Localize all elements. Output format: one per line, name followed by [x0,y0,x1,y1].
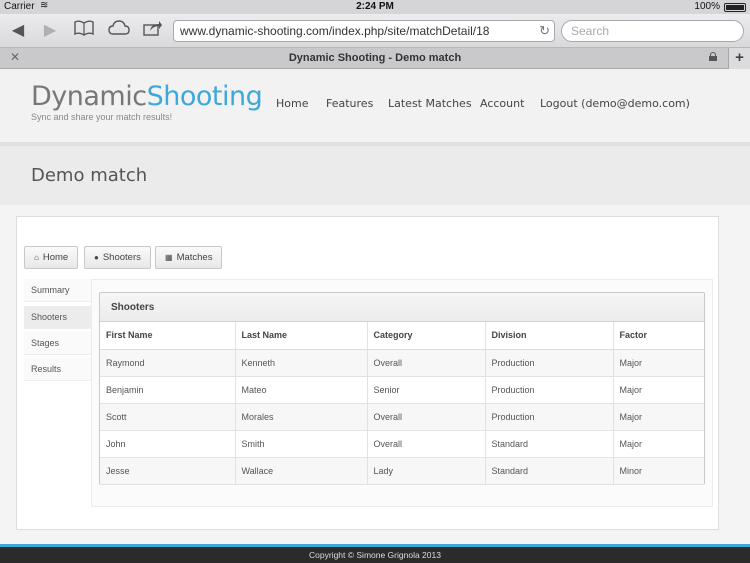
page-title: Demo match [31,165,148,186]
status-bar: Carrier ≋ 2:24 PM 100% [0,0,750,14]
forward-icon[interactable]: ▶ [38,20,62,42]
cell-category: Senior [367,376,486,404]
tab-bar: ✕ Dynamic Shooting - Demo match + [0,48,750,69]
shooters-button[interactable]: ● Shooters [84,246,151,269]
icloud-tabs-icon[interactable] [107,20,131,42]
cell-category: Overall [367,349,486,377]
site-footer: Copyright © Simone Grignola 2013 [0,547,750,563]
bookmarks-icon[interactable] [72,20,96,42]
column-header-last-name[interactable]: Last Name [235,322,368,350]
cell-factor: Minor [613,457,704,485]
user-icon: ● [94,253,99,262]
page-title-band: Demo match [0,142,750,205]
site-tagline: Sync and share your match results! [31,112,173,122]
table-icon: ▦ [165,253,173,262]
cell-last-name: Morales [235,403,368,431]
cell-last-name: Mateo [235,376,368,404]
back-icon[interactable]: ◀ [6,20,30,42]
search-input[interactable]: Search [561,20,744,42]
cell-category: Overall [367,403,486,431]
home-button[interactable]: ⌂ Home [24,246,79,269]
site-logo[interactable]: DynamicShooting [31,82,263,112]
nav-account[interactable]: Account [480,97,524,110]
cell-factor: Major [613,349,704,377]
cell-division: Production [485,349,614,377]
home-icon: ⌂ [34,253,39,262]
table-row[interactable]: Benjamin Mateo Senior Production Major [100,376,704,404]
nav-logout[interactable]: Logout (demo@demo.com) [540,97,690,110]
cell-last-name: Kenneth [235,349,368,377]
table-header-row: First Name Last Name Category Division F… [100,322,704,350]
cell-factor: Major [613,403,704,431]
cell-division: Standard [485,430,614,458]
side-menu-results[interactable]: Results [24,358,91,381]
column-header-first-name[interactable]: First Name [100,322,236,350]
table-row[interactable]: Jesse Wallace Lady Standard Minor [100,457,704,485]
cell-first-name: John [100,430,236,458]
url-text: www.dynamic-shooting.com/index.php/site/… [180,24,490,38]
cell-division: Production [485,376,614,404]
reload-icon[interactable]: ↻ [539,21,550,41]
side-menu-stages[interactable]: Stages [24,332,91,355]
cell-first-name: Scott [100,403,236,431]
side-menu-summary[interactable]: Summary [24,279,91,302]
main-content: ⌂ Home ● Shooters ▦ Matches Summary Shooter… [16,216,719,530]
cell-first-name: Benjamin [100,376,236,404]
table-row[interactable]: John Smith Overall Standard Major [100,430,704,458]
search-placeholder: Search [571,24,610,38]
shooters-panel: Shooters First Name Last Name Category D… [99,292,705,485]
column-header-category[interactable]: Category [367,322,486,350]
battery-icon [724,3,746,12]
column-header-division[interactable]: Division [485,322,614,350]
column-header-factor[interactable]: Factor [613,322,704,350]
shooters-table: First Name Last Name Category Division F… [100,322,704,485]
cell-division: Standard [485,457,614,485]
cell-last-name: Wallace [235,457,368,485]
nav-features[interactable]: Features [326,97,373,110]
content-well: Shooters First Name Last Name Category D… [91,279,713,507]
address-bar[interactable]: www.dynamic-shooting.com/index.php/site/… [173,20,555,42]
lock-icon [709,52,717,61]
side-menu-shooters[interactable]: Shooters [24,306,91,329]
share-icon[interactable] [141,20,165,42]
clock: 2:24 PM [356,1,394,12]
site-header: DynamicShooting Sync and share your matc… [0,69,750,142]
tab-title[interactable]: Dynamic Shooting - Demo match [0,52,750,64]
browser-toolbar: ◀ ▶ www.dynamic-shooting.com/index.php/s… [0,14,750,48]
matches-button[interactable]: ▦ Matches [155,246,223,269]
cell-category: Overall [367,430,486,458]
new-tab-button[interactable]: + [728,48,750,69]
nav-home[interactable]: Home [276,97,308,110]
cell-first-name: Raymond [100,349,236,377]
cell-factor: Major [613,376,704,404]
battery-percent: 100% [694,1,720,12]
cell-last-name: Smith [235,430,368,458]
cell-factor: Major [613,430,704,458]
cell-first-name: Jesse [100,457,236,485]
cell-division: Production [485,403,614,431]
table-row[interactable]: Raymond Kenneth Overall Production Major [100,349,704,377]
table-row[interactable]: Scott Morales Overall Production Major [100,403,704,431]
nav-latest-matches[interactable]: Latest Matches [388,97,472,110]
panel-title: Shooters [100,293,704,322]
cell-category: Lady [367,457,486,485]
